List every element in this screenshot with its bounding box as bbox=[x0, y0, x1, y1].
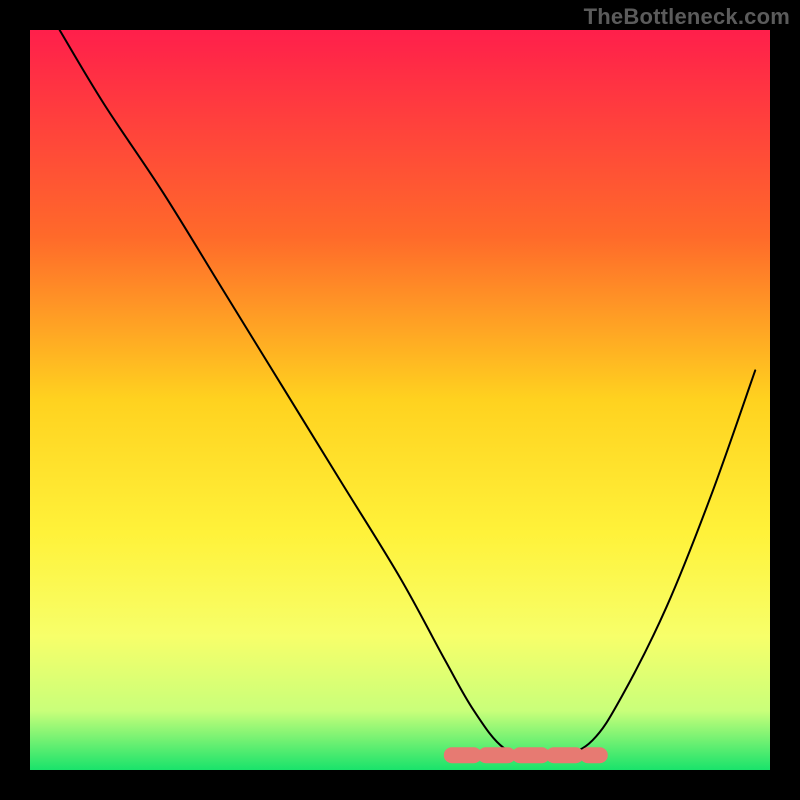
watermark-text: TheBottleneck.com bbox=[584, 4, 790, 30]
bottleneck-chart bbox=[0, 0, 800, 800]
chart-frame: TheBottleneck.com bbox=[0, 0, 800, 800]
plot-background bbox=[30, 30, 770, 770]
